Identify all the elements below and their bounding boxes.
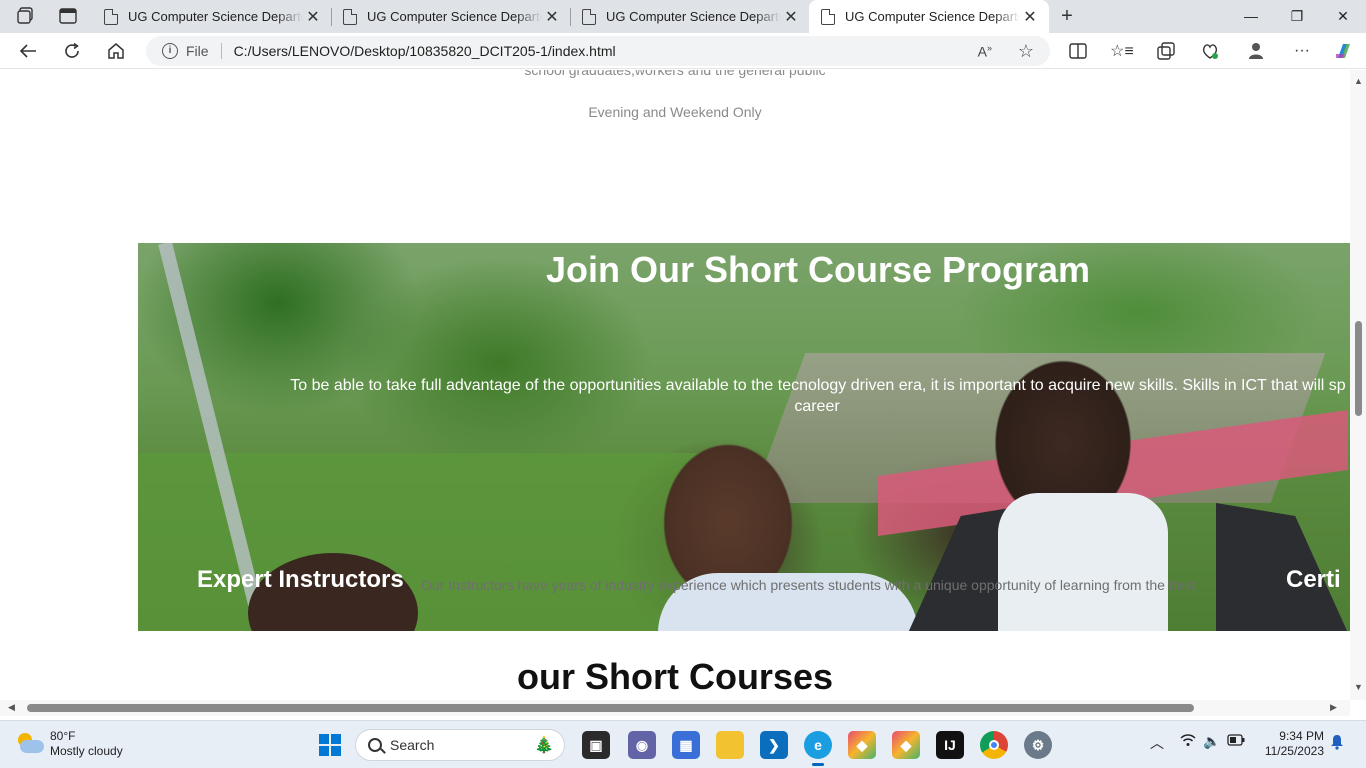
file-explorer-icon[interactable] bbox=[716, 731, 744, 759]
audience-subtitle: school graduates,workers and the general… bbox=[524, 70, 826, 78]
chrome-icon[interactable] bbox=[980, 731, 1008, 759]
tab-title: UG Computer Science Departement bbox=[606, 9, 781, 24]
address-bar[interactable]: i File C:/Users/LENOVO/Desktop/10835820_… bbox=[146, 36, 1050, 66]
close-tab-icon[interactable]: ✕ bbox=[542, 7, 562, 27]
page-icon bbox=[104, 8, 118, 25]
copilot-icon[interactable] bbox=[1330, 38, 1358, 64]
microsoft-store-icon[interactable]: ▦ bbox=[672, 731, 700, 759]
partly-cloudy-icon bbox=[16, 733, 44, 755]
favorites-icon[interactable]: ☆≡ bbox=[1108, 38, 1136, 64]
tab-title: UG Computer Science Departement bbox=[128, 9, 303, 24]
new-tab-button[interactable]: + bbox=[1056, 4, 1078, 28]
page-viewport: school graduates,workers and the general… bbox=[0, 70, 1366, 718]
feature-title-instructors: Expert Instructors bbox=[197, 566, 404, 593]
scroll-down-arrow-icon[interactable]: ▼ bbox=[1354, 682, 1363, 692]
close-tab-icon[interactable]: ✕ bbox=[1020, 7, 1040, 27]
close-tab-icon[interactable]: ✕ bbox=[303, 7, 323, 27]
show-hidden-icons-chevron-icon[interactable]: ︿ bbox=[1150, 733, 1164, 753]
browser-tab-bar: UG Computer Science Departement ✕ UG Com… bbox=[0, 0, 1366, 33]
volume-icon[interactable]: 🔈 bbox=[1203, 733, 1220, 750]
hero-description: To be able to take full advantage of the… bbox=[290, 377, 1346, 394]
settings-gear-icon[interactable]: ⚙ bbox=[1024, 731, 1052, 759]
search-highlight-icon: 🎄 bbox=[534, 737, 554, 754]
app-diamond-icon[interactable]: ◆ bbox=[848, 731, 876, 759]
task-view-icon[interactable]: ▣ bbox=[582, 731, 610, 759]
split-screen-icon[interactable] bbox=[1064, 38, 1092, 64]
page-icon bbox=[343, 8, 357, 25]
app-diamond-2-icon[interactable]: ◆ bbox=[892, 731, 920, 759]
search-label: Search bbox=[390, 737, 435, 753]
battery-icon[interactable] bbox=[1227, 733, 1245, 749]
weather-temperature: 80°F bbox=[50, 729, 76, 743]
tab-actions-icon[interactable] bbox=[54, 4, 82, 28]
windows-taskbar: 80°F Mostly cloudy Search 🎄 ▣ ◉ ▦ ❯ e ◆ … bbox=[0, 720, 1366, 768]
feature-text-instructors: Our Instructors have years of industry e… bbox=[421, 577, 1200, 593]
vscode-icon[interactable]: ❯ bbox=[760, 731, 788, 759]
browser-tab-2[interactable]: UG Computer Science Departement ✕ bbox=[331, 0, 571, 33]
short-course-hero-banner: Join Our Short Course Program To be able… bbox=[138, 243, 1350, 631]
schedule-text: Evening and Weekend Only bbox=[588, 104, 762, 120]
back-arrow-icon[interactable] bbox=[13, 38, 43, 64]
scroll-left-arrow-icon[interactable]: ◀ bbox=[8, 702, 15, 713]
browser-tab-4-active[interactable]: UG Computer Science Departement ✕ bbox=[809, 0, 1049, 33]
close-window-button[interactable]: ✕ bbox=[1320, 0, 1366, 33]
horizontal-scrollbar[interactable]: ◀ ▶ bbox=[0, 700, 1350, 716]
browser-tab-3[interactable]: UG Computer Science Departement ✕ bbox=[570, 0, 810, 33]
feature-title-certification: Certi bbox=[1286, 566, 1341, 593]
horizontal-scroll-thumb[interactable] bbox=[27, 704, 1194, 712]
home-icon[interactable] bbox=[101, 38, 131, 64]
tab-title: UG Computer Science Departement bbox=[367, 9, 542, 24]
hero-description-line2: career bbox=[794, 398, 840, 415]
refresh-icon[interactable] bbox=[57, 38, 87, 64]
maximize-button[interactable]: ❐ bbox=[1274, 0, 1320, 33]
weather-widget[interactable]: 80°F Mostly cloudy bbox=[16, 729, 123, 759]
vertical-scrollbar[interactable]: ▲ ▼ bbox=[1350, 70, 1366, 700]
info-icon[interactable]: i bbox=[162, 43, 178, 59]
collections-icon[interactable] bbox=[1152, 38, 1180, 64]
page-icon bbox=[821, 8, 835, 25]
hero-title: Join Our Short Course Program bbox=[545, 249, 1091, 290]
edge-browser-icon[interactable]: e bbox=[804, 731, 832, 766]
start-windows-icon[interactable] bbox=[316, 731, 344, 759]
minimize-button[interactable]: — bbox=[1228, 0, 1274, 33]
workspaces-icon[interactable] bbox=[12, 4, 40, 28]
short-courses-heading: our Short Courses bbox=[516, 656, 834, 697]
vertical-scroll-thumb[interactable] bbox=[1355, 321, 1362, 416]
scheme-label: File bbox=[186, 43, 209, 59]
teams-chat-icon[interactable]: ◉ bbox=[628, 731, 656, 759]
search-icon bbox=[368, 738, 382, 752]
notification-bell-icon[interactable] bbox=[1330, 734, 1344, 753]
clock-time: 9:34 PM bbox=[1279, 729, 1324, 743]
browser-tab-1[interactable]: UG Computer Science Departement ✕ bbox=[92, 0, 332, 33]
favorite-star-icon[interactable]: ☆ bbox=[1018, 41, 1034, 62]
taskbar-search-box[interactable]: Search 🎄 bbox=[355, 729, 565, 761]
browser-toolbar: i File C:/Users/LENOVO/Desktop/10835820_… bbox=[0, 33, 1366, 69]
browser-essentials-icon[interactable] bbox=[1196, 38, 1224, 64]
close-tab-icon[interactable]: ✕ bbox=[781, 7, 801, 27]
clock-date: 11/25/2023 bbox=[1264, 744, 1324, 758]
page-icon bbox=[582, 8, 596, 25]
scroll-right-arrow-icon[interactable]: ▶ bbox=[1330, 702, 1337, 713]
url-text[interactable]: C:/Users/LENOVO/Desktop/10835820_DCIT205… bbox=[234, 43, 616, 59]
scroll-up-arrow-icon[interactable]: ▲ bbox=[1354, 76, 1363, 86]
profile-avatar-icon[interactable] bbox=[1242, 38, 1270, 64]
wifi-icon[interactable] bbox=[1180, 733, 1196, 750]
tab-title: UG Computer Science Departement bbox=[845, 9, 1020, 24]
more-menu-icon[interactable]: ··· bbox=[1288, 38, 1316, 64]
weather-description: Mostly cloudy bbox=[50, 744, 123, 758]
intellij-icon[interactable]: IJ bbox=[936, 731, 964, 759]
read-aloud-icon[interactable]: A» bbox=[978, 43, 992, 60]
system-clock[interactable]: 9:34 PM 11/25/2023 bbox=[1258, 729, 1324, 759]
